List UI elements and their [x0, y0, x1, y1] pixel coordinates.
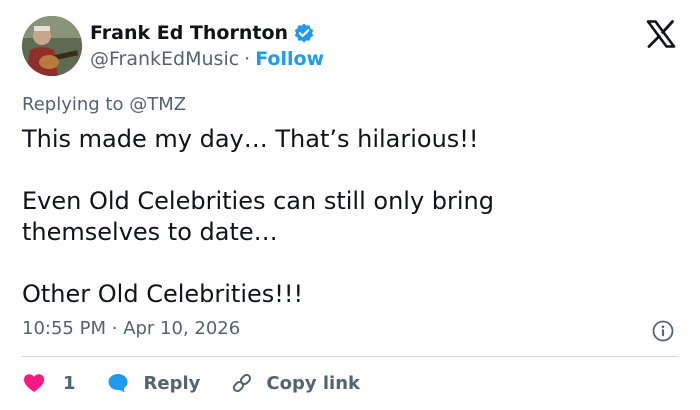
link-icon: [233, 373, 252, 393]
tweet-actions: 1 Reply Copy link: [22, 369, 360, 397]
copy-link-button[interactable]: Copy link: [230, 371, 360, 395]
reply-mention-link[interactable]: @TMZ: [129, 94, 186, 115]
reply-context-prefix: Replying to: [22, 94, 124, 115]
tweet-timestamp[interactable]: 10:55 PM · Apr 10, 2026: [22, 318, 240, 339]
reply-button[interactable]: Reply: [106, 371, 201, 395]
tweet-time: 10:55 PM: [22, 318, 106, 339]
reply-context: Replying to @TMZ: [22, 94, 186, 115]
like-button[interactable]: 1: [22, 371, 76, 395]
verified-badge-icon: [294, 23, 314, 43]
author-handle-row: @FrankEdMusic · Follow: [90, 48, 324, 70]
avatar[interactable]: [22, 16, 82, 76]
tweet-date: Apr 10, 2026: [123, 318, 241, 339]
author-name[interactable]: Frank Ed Thornton: [90, 22, 288, 44]
info-icon[interactable]: [652, 320, 674, 342]
author-handle[interactable]: @FrankEdMusic: [90, 48, 239, 70]
reply-bubble-icon: [108, 374, 128, 393]
follow-button[interactable]: Follow: [255, 48, 324, 70]
timestamp-separator: ·: [111, 318, 118, 339]
heart-icon: [24, 374, 44, 392]
like-count: 1: [63, 372, 76, 394]
divider: [22, 356, 678, 357]
tweet-text: This made my day… That’s hilarious!! Eve…: [22, 125, 494, 308]
avatar-image: [22, 16, 82, 76]
author-name-row: Frank Ed Thornton: [90, 22, 315, 44]
handle-separator: ·: [244, 48, 251, 70]
reply-label: Reply: [143, 372, 201, 394]
copy-link-label: Copy link: [266, 372, 360, 394]
x-logo-icon[interactable]: [646, 20, 676, 48]
